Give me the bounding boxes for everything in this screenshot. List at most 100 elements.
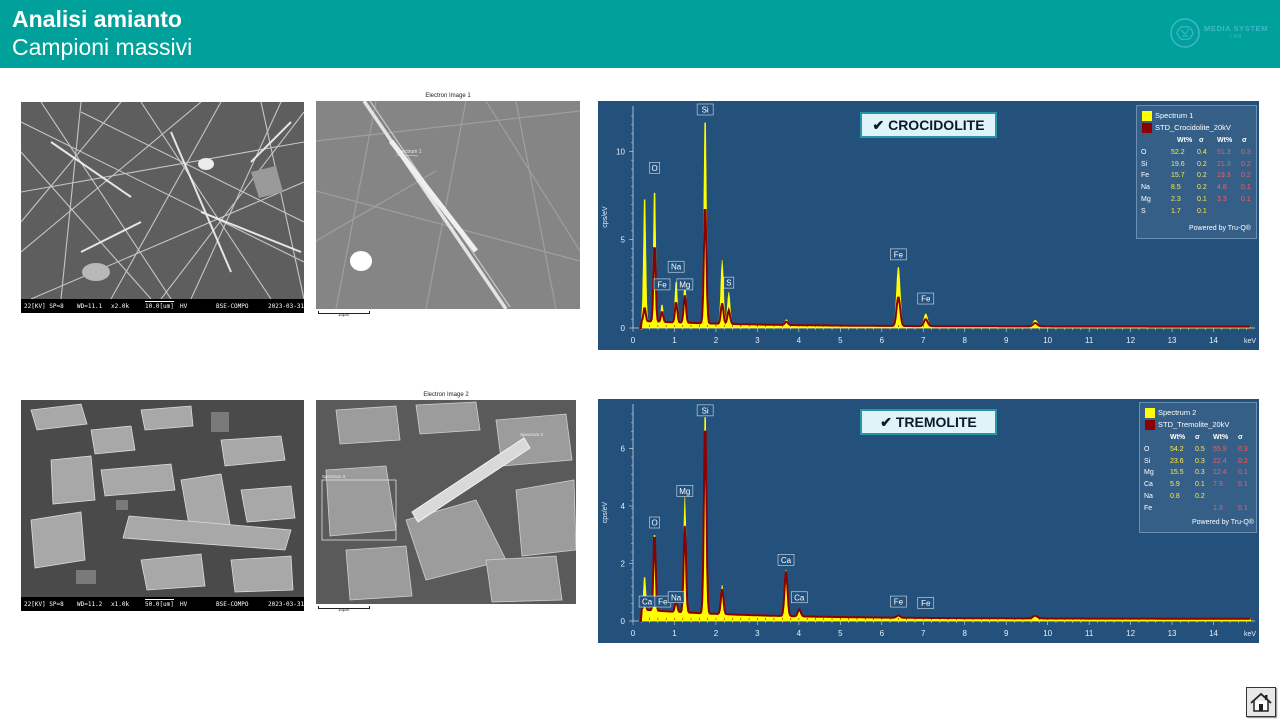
peak-label: Fe xyxy=(658,598,668,607)
electron-image-frame: Spectrum 3 Spectrum 2 xyxy=(316,400,576,604)
legend-value: 0.1 xyxy=(1238,481,1248,489)
x-tick-label: 8 xyxy=(963,336,968,345)
legend-value: 0.2 xyxy=(1197,172,1207,180)
brain-icon xyxy=(1170,18,1200,48)
y-tick-label: 2 xyxy=(621,560,626,569)
legend-header: σ xyxy=(1238,434,1243,441)
legend-value: 0.2 xyxy=(1241,172,1251,180)
legend-value: 0.3 xyxy=(1241,149,1251,156)
x-tick-label: 2 xyxy=(714,629,719,638)
sem-hv: HV xyxy=(180,601,188,608)
spectrum-chart-crocidolite: 0 1 2 3 4 5 6 7 8 9 10 11 12 13 14 keV 0 5 10 cps/eV Si O Na Fe… xyxy=(598,101,1259,350)
legend-value: 15.5 xyxy=(1170,469,1184,477)
legend-value: 0.3 xyxy=(1195,457,1205,465)
sem-wd: WD=11.2 xyxy=(77,601,103,608)
peak-label: Na xyxy=(671,263,682,272)
sem-mag: x2.0k xyxy=(111,303,130,310)
y-axis-label: cps/eV xyxy=(602,501,609,523)
legend-element: Fe xyxy=(1144,504,1153,512)
electron-scale-label: 10µm xyxy=(338,312,350,317)
x-tick-label: 4 xyxy=(797,336,802,345)
x-tick-label: 10 xyxy=(1043,629,1052,638)
legend-header: σ xyxy=(1242,137,1247,144)
x-tick-label: 10 xyxy=(1043,336,1052,345)
legend-value: 0.2 xyxy=(1241,160,1251,168)
legend-value: 51.3 xyxy=(1217,149,1231,156)
legend-swatch-std xyxy=(1142,123,1152,133)
peak-label: Fe xyxy=(657,280,667,289)
electron-crystals-image: Spectrum 3 Spectrum 2 xyxy=(316,400,576,604)
x-tick-label: 11 xyxy=(1085,336,1094,345)
legend-value: 0.1 xyxy=(1197,195,1207,203)
legend-header: Wt% xyxy=(1217,137,1233,144)
sem-fibers-image xyxy=(21,102,304,299)
x-tick-label: 5 xyxy=(838,629,843,638)
x-tick-label: 6 xyxy=(880,336,885,345)
page-subtitle: Campioni massivi xyxy=(12,34,193,60)
legend-element: O xyxy=(1144,446,1150,453)
sem-date: 2023-03-31 xyxy=(268,303,304,310)
sem-image-tremolite: 22[KV] SP=8 WD=11.2 x1.0k 50.0[um] HV BS… xyxy=(21,400,304,611)
legend-element: Mg xyxy=(1144,469,1154,477)
legend-header: Wt% xyxy=(1170,434,1186,441)
sem-date: 2023-03-31 xyxy=(268,601,304,608)
x-unit-label: keV xyxy=(1244,631,1256,638)
electron-image-frame: Spectrum 1 xyxy=(316,101,580,309)
legend-element: Ca xyxy=(1144,481,1153,489)
x-tick-label: 4 xyxy=(797,629,802,638)
legend-value: 0.2 xyxy=(1197,184,1207,192)
legend-value: 0.3 xyxy=(1195,469,1205,477)
sem-scale: 50.0[um] xyxy=(145,599,174,608)
legend-value: 0.8 xyxy=(1170,492,1180,500)
company-logo: MEDIA SYSTEM LAB xyxy=(1168,14,1274,54)
peak-label: Fe xyxy=(894,250,904,259)
y-tick-label: 10 xyxy=(616,147,625,156)
legend-value: 0.4 xyxy=(1197,149,1207,156)
legend-element: Na xyxy=(1141,184,1150,192)
x-tick-label: 2 xyxy=(714,336,719,345)
peak-label: Fe xyxy=(921,599,931,608)
x-unit-label: keV xyxy=(1244,338,1256,345)
x-tick-label: 12 xyxy=(1126,629,1135,638)
legend-value: 0.2 xyxy=(1195,492,1205,500)
mineral-badge: ✔ TREMOLITE xyxy=(860,409,997,435)
legend-series-1: Spectrum 2 xyxy=(1158,408,1197,417)
y-tick-label: 5 xyxy=(621,236,626,245)
legend-value: 52.2 xyxy=(1171,149,1185,156)
y-axis-label: cps/eV xyxy=(602,206,609,228)
x-tick-label: 8 xyxy=(963,629,968,638)
legend-value: 55.9 xyxy=(1213,446,1227,453)
peak-label: Mg xyxy=(679,487,690,496)
x-tick-label: 12 xyxy=(1126,336,1135,345)
legend-value: 0.1 xyxy=(1195,481,1205,489)
sem-info-bar: 22[KV] SP=8 WD=11.2 x1.0k 50.0[um] HV BS… xyxy=(21,597,304,611)
peak-label: Si xyxy=(702,406,709,415)
legend-value: 21.3 xyxy=(1217,160,1231,168)
legend-value: 23.6 xyxy=(1170,457,1184,465)
sem-info-bar: 22[KV] SP=8 WD=11.1 x2.0k 10.0[um] HV BS… xyxy=(21,299,304,313)
home-button[interactable] xyxy=(1246,687,1276,717)
legend-element: Si xyxy=(1144,457,1151,465)
spectrum-chart-tremolite: 0 1 2 3 4 5 6 7 8 9 10 11 12 13 14 keV 0 2 4 6 cps/eV Si Mg O Ca… xyxy=(598,399,1259,643)
peak-label: Ca xyxy=(794,593,805,602)
sem-kv: 22[KV] SP=8 xyxy=(24,303,64,310)
peak-label: O xyxy=(651,164,657,173)
sem-image-crocidolite: 22[KV] SP=8 WD=11.1 x2.0k 10.0[um] HV BS… xyxy=(21,102,304,313)
legend-header: Wt% xyxy=(1213,434,1229,441)
legend-series-2: STD_Crocidolite_20kV xyxy=(1155,123,1231,132)
x-tick-label: 1 xyxy=(672,629,677,638)
peak-label: Na xyxy=(671,593,682,602)
legend-value: 1.3 xyxy=(1213,504,1223,512)
legend-value: 4.8 xyxy=(1217,184,1227,192)
legend-value: 0.2 xyxy=(1197,160,1207,168)
spectrum-legend: Spectrum 2 STD_Tremolite_20kV Wt% σ Wt% … xyxy=(1139,402,1257,533)
legend-element: Mg xyxy=(1141,195,1151,203)
legend-value: 0.1 xyxy=(1197,207,1207,215)
x-tick-label: 6 xyxy=(880,629,885,638)
spectrum-legend: Spectrum 1 STD_Crocidolite_20kV Wt% σ Wt… xyxy=(1136,105,1257,239)
powered-by: Powered by Tru-Q® xyxy=(1189,225,1251,232)
legend-value: 0.1 xyxy=(1241,184,1251,192)
legend-value: 8.5 xyxy=(1171,184,1181,192)
page-title: Analisi amianto xyxy=(12,6,182,32)
legend-element: Fe xyxy=(1141,172,1150,180)
